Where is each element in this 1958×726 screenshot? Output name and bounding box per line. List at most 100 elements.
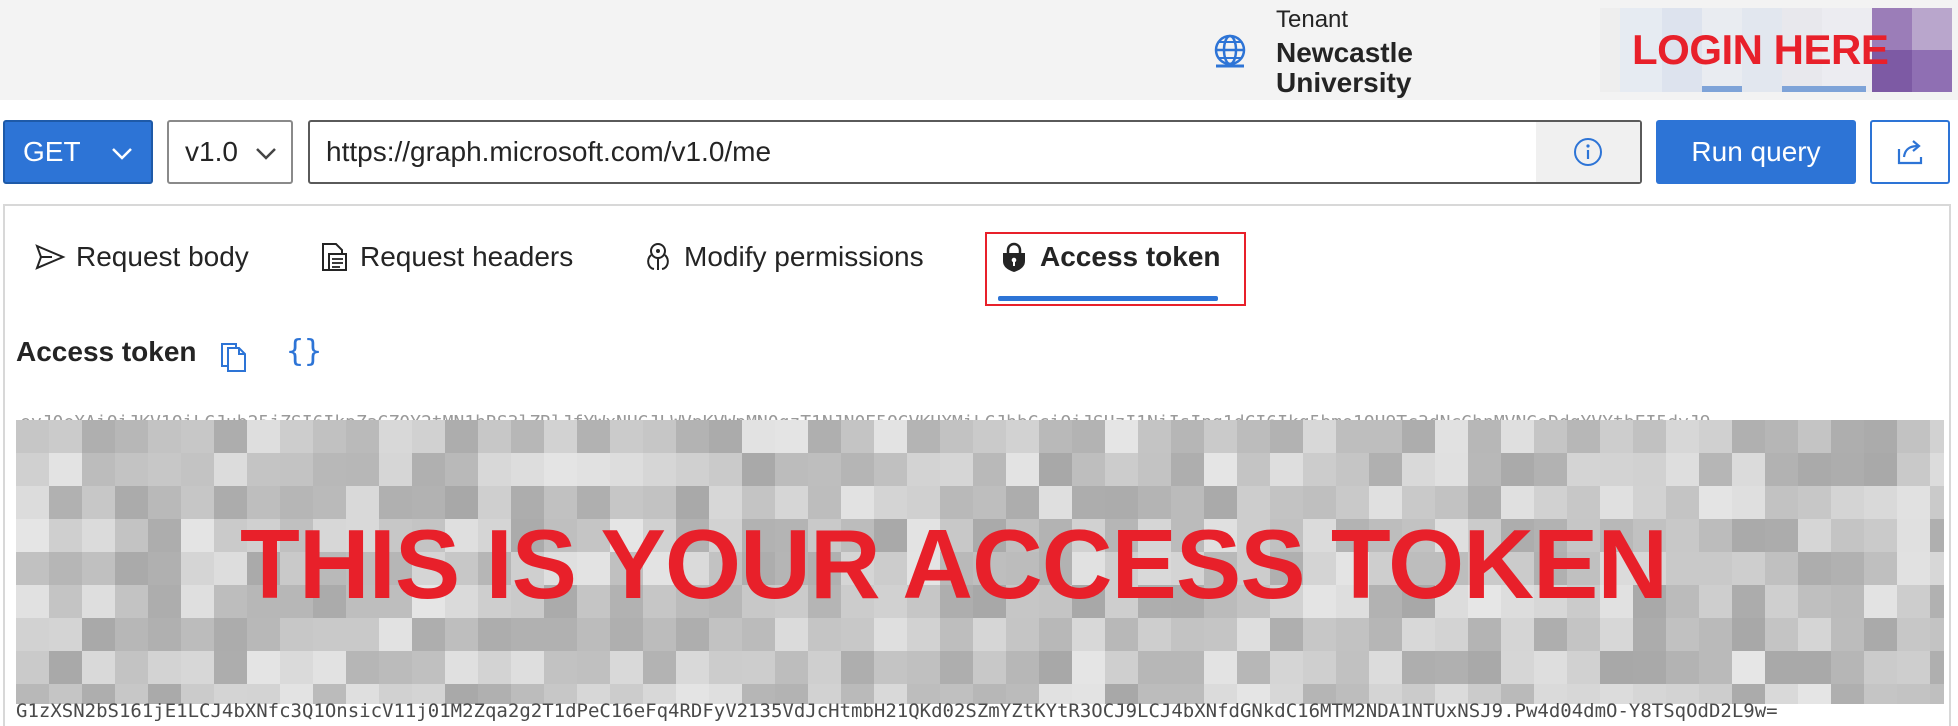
key-icon — [647, 243, 669, 270]
globe-icon — [1214, 34, 1246, 68]
redaction-tile — [1732, 486, 1765, 519]
redaction-tile — [1336, 651, 1369, 684]
redaction-tile — [1666, 486, 1699, 519]
redaction-tile — [1336, 453, 1369, 486]
redaction-tile — [907, 420, 940, 453]
redaction-tile — [709, 453, 742, 486]
redaction-tile — [1897, 519, 1930, 552]
login-banner[interactable]: LOGIN HERE — [1632, 26, 1889, 74]
redaction-tile — [1633, 618, 1666, 651]
redaction-tile — [412, 618, 445, 651]
redaction-tile — [82, 453, 115, 486]
redaction-tile — [1864, 585, 1897, 618]
redaction-tile — [907, 618, 940, 651]
version-select[interactable]: v1.0 — [167, 120, 293, 184]
tab-modify-permissions[interactable]: Modify permissions — [642, 232, 924, 282]
redaction-tile — [214, 618, 247, 651]
redaction-tile — [1171, 420, 1204, 453]
redaction-tile — [1732, 618, 1765, 651]
redaction-tile — [1171, 651, 1204, 684]
run-query-button[interactable]: Run query — [1656, 120, 1856, 184]
redaction-tile — [148, 519, 181, 552]
redaction-tile — [445, 618, 478, 651]
info-button[interactable] — [1536, 122, 1640, 182]
redaction-tile — [1468, 453, 1501, 486]
redaction-tile — [1798, 420, 1831, 453]
redaction-tile — [1765, 519, 1798, 552]
redaction-tile — [1072, 453, 1105, 486]
copy-icon[interactable] — [218, 338, 250, 372]
redaction-tile — [1138, 651, 1171, 684]
redaction-tile — [1402, 453, 1435, 486]
redaction-tile — [379, 618, 412, 651]
redaction-tile — [181, 585, 214, 618]
redaction-tile — [1930, 651, 1944, 684]
query-url-input[interactable]: https://graph.microsoft.com/v1.0/me — [308, 120, 1642, 184]
tab-request-body[interactable]: Request body — [34, 232, 249, 282]
decode-braces-icon[interactable]: {} — [286, 334, 322, 369]
redaction-tile — [1171, 618, 1204, 651]
redaction-tile — [676, 651, 709, 684]
http-method-select[interactable]: GET — [3, 120, 153, 184]
redaction-tile — [874, 618, 907, 651]
redaction-tile — [1699, 552, 1732, 585]
send-icon — [35, 244, 66, 270]
redaction-tile — [1138, 453, 1171, 486]
redaction-tile — [181, 420, 214, 453]
redaction-tile — [1006, 618, 1039, 651]
redaction-tile — [1765, 618, 1798, 651]
redaction-tile — [1171, 453, 1204, 486]
redaction-tile — [379, 453, 412, 486]
redaction-tile — [1666, 585, 1699, 618]
redaction-tile — [1006, 453, 1039, 486]
redaction-tile — [1765, 486, 1798, 519]
query-url-value: https://graph.microsoft.com/v1.0/me — [326, 136, 772, 167]
redaction-tile — [1930, 486, 1944, 519]
redaction-tile — [1435, 651, 1468, 684]
redaction-tile — [973, 453, 1006, 486]
redaction-tile — [709, 420, 742, 453]
redaction-tile — [1831, 519, 1864, 552]
redaction-tile — [214, 420, 247, 453]
redaction-tile — [82, 486, 115, 519]
redaction-tile — [808, 618, 841, 651]
redaction-tile — [346, 618, 379, 651]
redaction-tile — [16, 453, 49, 486]
redaction-tile — [907, 651, 940, 684]
redaction-tile — [1765, 552, 1798, 585]
redaction-tile — [1435, 420, 1468, 453]
redaction-tile — [808, 420, 841, 453]
redaction-tile — [1765, 585, 1798, 618]
redaction-tile — [1534, 651, 1567, 684]
redaction-tile — [1567, 651, 1600, 684]
redaction-tile — [643, 453, 676, 486]
redaction-tile — [1633, 651, 1666, 684]
redaction-tile — [1534, 618, 1567, 651]
redaction-tile — [1930, 420, 1944, 453]
chevron-down-icon — [256, 148, 276, 160]
redaction-tile — [49, 453, 82, 486]
redaction-tile — [49, 618, 82, 651]
redaction-tile — [544, 651, 577, 684]
redaction-tile — [1435, 453, 1468, 486]
tab-label: Request headers — [360, 241, 574, 272]
redaction-tile — [1831, 420, 1864, 453]
tenant-name[interactable]: Newcastle University — [1276, 38, 1476, 98]
redaction-tile — [148, 618, 181, 651]
redaction-tile — [1369, 453, 1402, 486]
redaction-tile — [16, 585, 49, 618]
access-token-heading: Access token — [16, 336, 197, 367]
redaction-tile — [511, 453, 544, 486]
redaction-tile — [874, 453, 907, 486]
redaction-tile — [1303, 618, 1336, 651]
redaction-tile — [247, 453, 280, 486]
redaction-tile — [1270, 618, 1303, 651]
redaction-tile — [181, 453, 214, 486]
redaction-tile — [1237, 651, 1270, 684]
tab-request-headers[interactable]: Request headers — [318, 232, 573, 282]
redaction-tile — [940, 651, 973, 684]
redaction-tile — [313, 618, 346, 651]
redaction-tile — [115, 651, 148, 684]
share-button[interactable] — [1870, 120, 1950, 184]
redaction-tile — [1072, 618, 1105, 651]
